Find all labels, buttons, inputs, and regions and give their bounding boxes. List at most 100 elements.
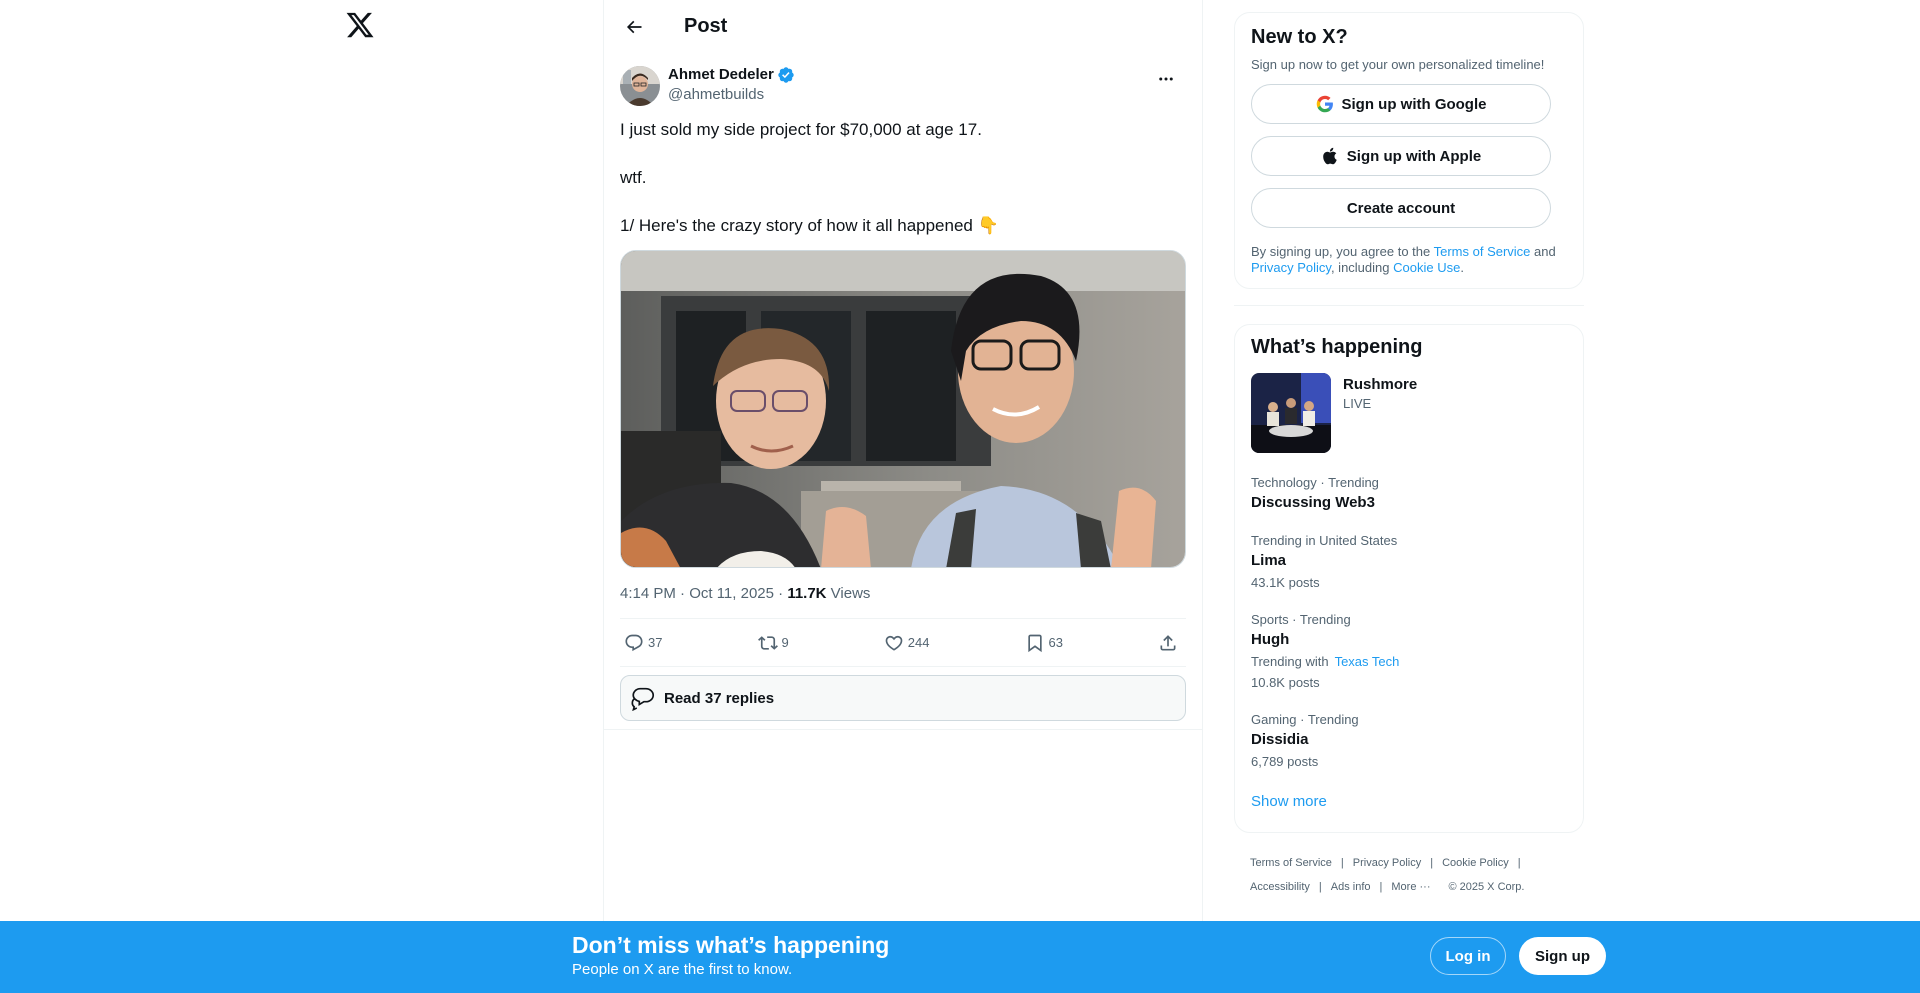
reply-button[interactable]: 37 xyxy=(624,633,662,653)
author-handle[interactable]: @ahmetbuilds xyxy=(668,85,795,105)
repost-icon xyxy=(757,635,778,650)
ellipsis-icon xyxy=(1159,77,1173,81)
avatar[interactable] xyxy=(620,66,660,106)
post-author: Ahmet Dedeler @ahmetbuilds xyxy=(620,65,1186,106)
trend-meta: Technology · Trending xyxy=(1251,475,1379,490)
trend-item[interactable]: Sports · Trending Hugh Trending with Texa… xyxy=(1251,612,1567,690)
trend-meta: Sports · Trending xyxy=(1251,612,1351,627)
post-timestamp[interactable]: 4:14 PM · Oct 11, 2025 · xyxy=(620,585,787,602)
views-count: 11.7K xyxy=(787,585,827,602)
post-photo[interactable] xyxy=(620,250,1186,568)
live-badge: LIVE xyxy=(1343,396,1372,411)
new-to-x-title: New to X? xyxy=(1251,26,1348,48)
like-count: 244 xyxy=(907,635,930,650)
signup-google-label: Sign up with Google xyxy=(1341,95,1487,113)
signup-apple-label: Sign up with Apple xyxy=(1346,147,1482,165)
read-replies-label: Read 37 replies xyxy=(664,689,775,707)
legal-prefix: By signing up, you agree to the xyxy=(1251,244,1434,259)
post-text-line: wtf. xyxy=(620,168,647,187)
post-text-line: 1/ Here's the crazy story of how it all … xyxy=(620,216,999,235)
speech-bubbles-icon xyxy=(631,687,655,711)
signup-legal-text: By signing up, you agree to the Terms of… xyxy=(1251,244,1567,276)
google-icon xyxy=(1316,95,1333,113)
trend-with-label: Trending with xyxy=(1251,654,1329,669)
trend-item[interactable]: Gaming · Trending Dissidia 6,789 posts xyxy=(1251,712,1567,769)
post-text: I just sold my side project for $70,000 … xyxy=(620,118,1186,238)
legal-and: and xyxy=(1530,244,1556,259)
views-label: Views xyxy=(826,585,871,602)
cookie-use-link[interactable]: Cookie Use xyxy=(1393,260,1460,275)
trend-name: Hugh xyxy=(1251,631,1290,648)
footer-links: Terms of Service | Privacy Policy | Cookie P… xyxy=(1250,857,1525,893)
reply-count: 37 xyxy=(648,635,663,650)
trend-item[interactable]: Technology · Trending Discussing Web3 xyxy=(1251,475,1567,511)
whats-happening-card: What’s happening Rushmore LIVE Technolog… xyxy=(1234,324,1584,833)
more-options-button[interactable] xyxy=(1154,67,1178,91)
post-actions: 37 9 244 63 xyxy=(620,619,1186,667)
apple-icon xyxy=(1322,147,1337,165)
trend-item[interactable]: Trending in United States Lima 43.1K pos… xyxy=(1251,533,1567,590)
post-text-line: I just sold my side project for $70,000 … xyxy=(620,120,982,139)
legal-including: , including xyxy=(1330,260,1394,275)
bookmark-button[interactable]: 63 xyxy=(1025,633,1063,653)
footer-more-link[interactable]: More ··· xyxy=(1391,881,1430,893)
left-nav xyxy=(0,0,604,993)
bookmark-icon xyxy=(1027,634,1042,652)
whats-happening-title: What’s happening xyxy=(1251,336,1423,358)
repost-button[interactable]: 9 xyxy=(757,633,789,653)
footer-cookie-link[interactable]: Cookie Policy xyxy=(1442,857,1509,869)
live-thumbnail[interactable] xyxy=(1251,373,1331,453)
divider xyxy=(1234,305,1584,306)
signup-banner: Don’t miss what’s happening People on X … xyxy=(0,921,1920,993)
new-to-x-card: New to X? Sign up now to get your own pe… xyxy=(1234,12,1584,289)
live-title: Rushmore xyxy=(1343,376,1418,393)
right-sidebar: New to X? Sign up now to get your own pe… xyxy=(1234,12,1584,899)
login-button[interactable]: Log in xyxy=(1430,937,1506,975)
main-column: Post Ahmet Dedeler @ahmetbuilds I just s… xyxy=(603,0,1203,993)
signup-google-button[interactable]: Sign up with Google xyxy=(1251,84,1551,124)
trend-meta: Trending in United States xyxy=(1251,533,1398,548)
like-button[interactable]: 244 xyxy=(884,633,930,653)
signup-button[interactable]: Sign up xyxy=(1519,937,1606,975)
trend-with-link[interactable]: Texas Tech xyxy=(1335,654,1400,669)
heart-icon xyxy=(885,635,903,651)
banner-subtitle: People on X are the first to know. xyxy=(572,961,793,978)
read-replies-button[interactable]: Read 37 replies xyxy=(620,675,1186,721)
reply-icon xyxy=(625,634,643,651)
back-button[interactable] xyxy=(620,13,648,41)
trend-posts: 10.8K posts xyxy=(1251,675,1320,690)
footer-ads-link[interactable]: Ads info xyxy=(1331,881,1371,893)
post-meta: 4:14 PM · Oct 11, 2025 · 11.7K Views xyxy=(620,585,1186,619)
trend-posts: 43.1K posts xyxy=(1251,575,1320,590)
trend-name: Discussing Web3 xyxy=(1251,494,1375,511)
trend-name: Lima xyxy=(1251,552,1287,569)
trend-posts: 6,789 posts xyxy=(1251,754,1319,769)
post-header: Post xyxy=(604,0,1202,53)
bookmark-count: 63 xyxy=(1048,635,1063,650)
signup-apple-button[interactable]: Sign up with Apple xyxy=(1251,136,1551,176)
repost-count: 9 xyxy=(781,635,789,650)
page-title: Post xyxy=(684,15,728,37)
divider xyxy=(604,729,1202,730)
share-button[interactable] xyxy=(1158,633,1182,653)
footer-copyright: © 2025 X Corp. xyxy=(1448,881,1525,893)
terms-link[interactable]: Terms of Service xyxy=(1434,244,1531,259)
trend-name: Dissidia xyxy=(1251,731,1309,748)
create-account-button[interactable]: Create account xyxy=(1251,188,1551,228)
x-logo-icon[interactable] xyxy=(345,10,377,42)
trend-with: Trending with Texas Tech xyxy=(1251,654,1567,669)
footer-terms-link[interactable]: Terms of Service xyxy=(1250,857,1332,869)
new-to-x-subtitle: Sign up now to get your own personalized… xyxy=(1251,57,1545,72)
show-more-link[interactable]: Show more xyxy=(1251,793,1567,820)
live-event[interactable]: Rushmore LIVE xyxy=(1251,373,1567,453)
share-icon xyxy=(1160,634,1176,650)
arrow-left-icon xyxy=(626,20,642,33)
footer-privacy-link[interactable]: Privacy Policy xyxy=(1353,857,1421,869)
author-name[interactable]: Ahmet Dedeler xyxy=(668,65,774,85)
banner-title: Don’t miss what’s happening xyxy=(572,932,890,958)
privacy-link[interactable]: Privacy Policy xyxy=(1251,260,1331,275)
legal-period: . xyxy=(1460,260,1464,275)
footer-accessibility-link[interactable]: Accessibility xyxy=(1250,881,1310,893)
trend-meta: Gaming · Trending xyxy=(1251,712,1359,727)
verified-badge-icon xyxy=(778,67,794,83)
